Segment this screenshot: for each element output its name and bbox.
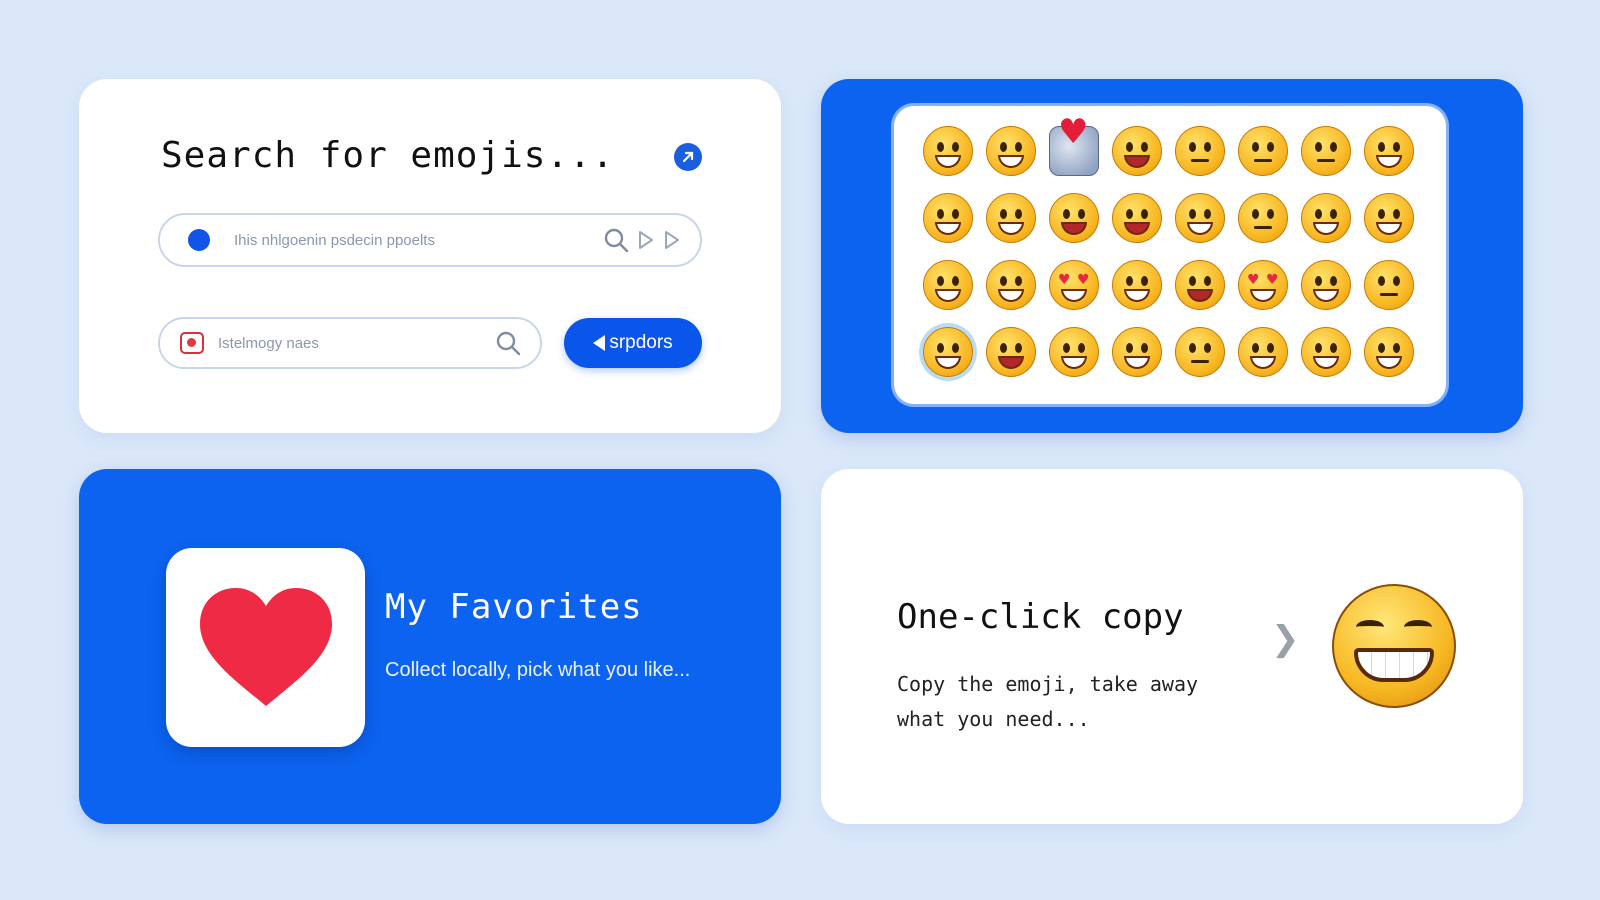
grin-ring-emoji-icon[interactable] <box>923 327 973 377</box>
squint-grin-emoji-icon[interactable] <box>1364 193 1414 243</box>
copy-title: One-click copy <box>897 597 1184 637</box>
grin-sweat-emoji-icon[interactable] <box>986 260 1036 310</box>
laugh-open-emoji-icon[interactable] <box>1112 260 1162 310</box>
favorites-card[interactable]: My Favorites Collect locally, pick what … <box>79 469 781 824</box>
copy-subtitle: Copy the emoji, take away what you need.… <box>897 672 1199 731</box>
search-icon[interactable] <box>602 226 630 254</box>
copy-card[interactable]: One-click copy Copy the emoji, take away… <box>821 469 1523 824</box>
kiss-wink-emoji-icon[interactable] <box>1175 193 1225 243</box>
emoji-grid-panel: ♥ ♥ ♥ ♥ <box>894 106 1446 404</box>
grinning-teeth-emoji-icon[interactable] <box>986 126 1036 176</box>
search-card: Search for emojis... Ihis nhlgoenin psde… <box>79 79 781 433</box>
heart-eyes-emoji-icon[interactable]: ♥ ♥ <box>1049 260 1099 310</box>
search-input-placeholder: Ihis nhlgoenin psdecin ppoelts <box>234 231 435 249</box>
laughing-emoji-icon[interactable] <box>923 193 973 243</box>
surprised-emoji-icon[interactable] <box>1112 193 1162 243</box>
back-triangle-icon <box>593 335 606 351</box>
tag-search-input[interactable]: Istelmogy naes <box>158 317 542 369</box>
favorites-title: My Favorites <box>385 587 643 627</box>
emoji-grid: ♥ ♥ ♥ ♥ <box>923 115 1414 377</box>
chevron-right-icon[interactable]: ❯ <box>1271 619 1300 659</box>
search-icon[interactable] <box>494 329 522 357</box>
play-outline-icon[interactable] <box>662 229 682 251</box>
favorites-subtitle: Collect locally, pick what you like... <box>385 659 691 681</box>
emoji-grid-card: ♥ ♥ ♥ ♥ <box>821 79 1523 433</box>
search-action-label: srpdors <box>609 332 673 353</box>
wink-tongue-emoji-icon[interactable] <box>986 193 1036 243</box>
search-action-button[interactable]: srpdors <box>564 318 702 368</box>
laugh-open-emoji-icon[interactable] <box>1112 327 1162 377</box>
favorites-tile <box>166 548 365 747</box>
shocked-emoji-icon[interactable] <box>1175 260 1225 310</box>
smile-emoji-icon[interactable] <box>1049 327 1099 377</box>
laugh-open-emoji-icon[interactable] <box>1301 260 1351 310</box>
grinning-open-emoji-icon[interactable] <box>923 126 973 176</box>
play-outline-icon[interactable] <box>636 229 656 251</box>
tongue-emoji-icon[interactable] <box>1112 126 1162 176</box>
search-card-title: Search for emojis... <box>161 135 615 176</box>
squint-grin-emoji-icon[interactable] <box>1301 327 1351 377</box>
happy-open-emoji-icon[interactable] <box>1049 193 1099 243</box>
grinning-teeth-emoji-icon[interactable] <box>1364 126 1414 176</box>
beaming-face-icon[interactable] <box>1332 584 1456 708</box>
kiss-emoji-icon[interactable] <box>986 327 1036 377</box>
neutral-emoji-icon[interactable] <box>1175 327 1225 377</box>
neutral-emoji-icon[interactable] <box>1175 126 1225 176</box>
tag-search-placeholder: Istelmogy naes <box>218 334 319 352</box>
laugh-open-emoji-icon[interactable] <box>1364 327 1414 377</box>
heart-eyes-emoji-icon[interactable]: ♥ ♥ <box>1238 260 1288 310</box>
neutral-emoji-icon[interactable] <box>1364 260 1414 310</box>
search-input[interactable]: Ihis nhlgoenin psdecin ppoelts <box>158 213 702 267</box>
laugh-open-emoji-icon[interactable] <box>1238 327 1288 377</box>
smirk-emoji-icon[interactable] <box>1238 193 1288 243</box>
neutral-emoji-icon[interactable] <box>1238 126 1288 176</box>
arrow-up-right-icon[interactable] <box>674 143 702 171</box>
robot-heart-emoji-icon[interactable] <box>1049 115 1099 176</box>
heart-icon <box>199 587 332 706</box>
neutral-emoji-icon[interactable] <box>1301 126 1351 176</box>
squint-grin-emoji-icon[interactable] <box>1301 193 1351 243</box>
sticker-icon <box>180 332 204 354</box>
tongue-wink-emoji-icon[interactable] <box>923 260 973 310</box>
status-dot-icon <box>188 229 210 251</box>
